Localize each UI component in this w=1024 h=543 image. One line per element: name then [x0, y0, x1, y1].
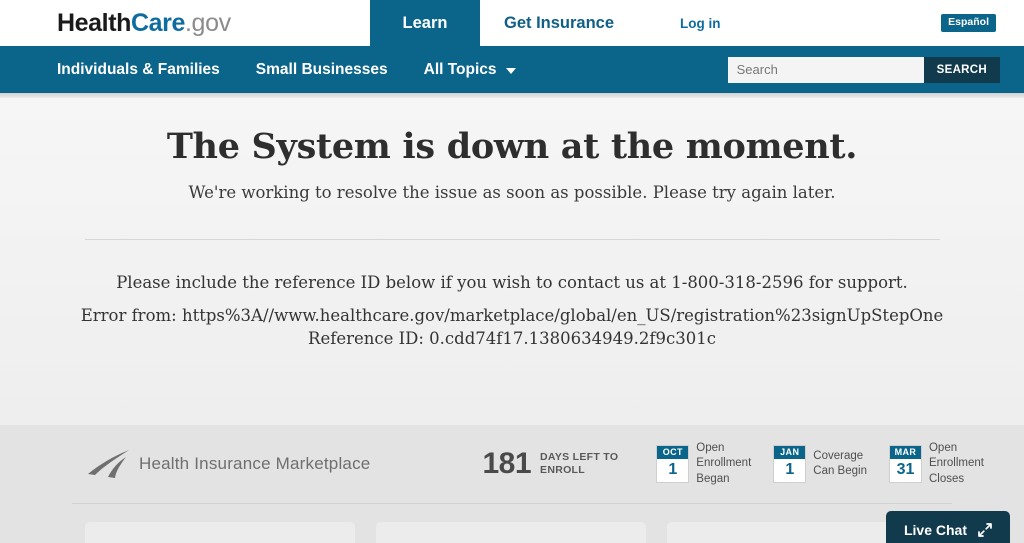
footer-cards	[0, 504, 1024, 543]
key-date-jan-line1: Coverage	[813, 449, 864, 462]
logo-text: HealthCare.gov	[57, 8, 231, 37]
key-date-mar-line3: Closes	[928, 472, 965, 485]
marketplace-logo: Health Insurance Marketplace	[86, 448, 370, 480]
live-chat-button[interactable]: Live Chat	[886, 511, 1010, 543]
footer: Health Insurance Marketplace 181 DAYS LE…	[0, 425, 1024, 543]
calendar-day-oct: 1	[668, 460, 678, 478]
calendar-icon-oct: OCT 1	[656, 444, 690, 483]
days-left-label-line1: DAYS LEFT TO	[540, 450, 619, 463]
footer-top-row: Health Insurance Marketplace 181 DAYS LE…	[0, 425, 1024, 503]
key-date-jan-line2: Can Begin	[813, 464, 867, 477]
espanol-button[interactable]: Español	[941, 14, 996, 32]
key-date-label-mar: Open Enrollment Closes	[929, 441, 984, 487]
error-source-url: Error from: https%3A//www.healthcare.gov…	[80, 306, 944, 325]
top-header-bar: HealthCare.gov Learn Get Insurance Log i…	[0, 0, 1024, 46]
key-date-oct-line2: Enrollment	[696, 457, 752, 470]
key-date-open-enrollment-began: OCT 1 Open Enrollment Began	[656, 441, 751, 487]
key-date-oct-line3: Began	[696, 472, 730, 485]
calendar-day-mar: 31	[896, 460, 915, 478]
days-left-label: DAYS LEFT TO ENROLL	[540, 451, 618, 478]
logo-health: Health	[57, 8, 132, 37]
nav-individuals-families[interactable]: Individuals & Families	[57, 61, 220, 79]
key-date-mar-line2: Enrollment	[928, 457, 984, 470]
key-dates-list: OCT 1 Open Enrollment Began JAN 1 Covera…	[656, 441, 984, 487]
key-date-coverage-can-begin: JAN 1 Coverage Can Begin	[773, 441, 867, 487]
search-button[interactable]: SEARCH	[923, 56, 1000, 83]
error-content: The System is down at the moment. We're …	[0, 98, 1024, 425]
logo-care: Care	[131, 8, 186, 37]
espanol-container: Español	[745, 0, 1024, 46]
nav-all-topics[interactable]: All Topics	[424, 61, 516, 79]
search-input[interactable]	[727, 56, 924, 83]
key-date-oct-line1: Open	[696, 442, 725, 455]
live-chat-label: Live Chat	[903, 521, 967, 538]
calendar-icon-mar: MAR 31	[888, 444, 922, 483]
key-date-mar-line1: Open	[928, 442, 958, 455]
secondary-nav-bar: Individuals & Families Small Businesses …	[0, 46, 1024, 93]
calendar-month-mar: MAR	[889, 445, 921, 459]
calendar-day-jan: 1	[785, 460, 795, 478]
reference-id: Reference ID: 0.cdd74f17.1380634949.2f9c…	[308, 329, 716, 348]
calendar-month-oct: OCT	[657, 445, 689, 459]
days-left-label-line2: ENROLL	[540, 464, 585, 476]
error-subtitle: We're working to resolve the issue as so…	[188, 183, 836, 202]
page-title: The System is down at the moment.	[166, 126, 858, 167]
days-left-number: 181	[482, 447, 532, 480]
nav-tab-learn[interactable]: Learn	[370, 0, 480, 46]
key-date-open-enrollment-closes: MAR 31 Open Enrollment Closes	[888, 441, 984, 487]
search-form: SEARCH	[727, 56, 1000, 83]
nav-small-businesses[interactable]: Small Businesses	[256, 61, 388, 79]
footer-card[interactable]	[85, 522, 355, 543]
primary-nav: Learn Get Insurance Log in Español	[370, 0, 1024, 46]
calendar-month-jan: JAN	[774, 445, 806, 459]
key-date-label-oct: Open Enrollment Began	[696, 441, 751, 487]
nav-tab-get-insurance[interactable]: Get Insurance	[480, 0, 638, 46]
chevron-down-icon	[505, 67, 516, 74]
nav-link-login[interactable]: Log in	[638, 0, 745, 46]
site-logo[interactable]: HealthCare.gov	[0, 0, 370, 46]
calendar-icon-jan: JAN 1	[773, 444, 807, 483]
nav-all-topics-label: All Topics	[423, 60, 497, 78]
key-date-label-jan: Coverage Can Begin	[813, 449, 867, 479]
expand-arrows-icon	[978, 522, 992, 537]
footer-card[interactable]	[376, 522, 646, 543]
days-left-block: 181 DAYS LEFT TO ENROLL	[482, 447, 618, 481]
logo-gov: .gov	[185, 8, 231, 37]
support-contact-line: Please include the reference ID below if…	[116, 273, 908, 292]
marketplace-swoosh-icon	[88, 450, 129, 478]
marketplace-label: Health Insurance Marketplace	[139, 454, 371, 473]
